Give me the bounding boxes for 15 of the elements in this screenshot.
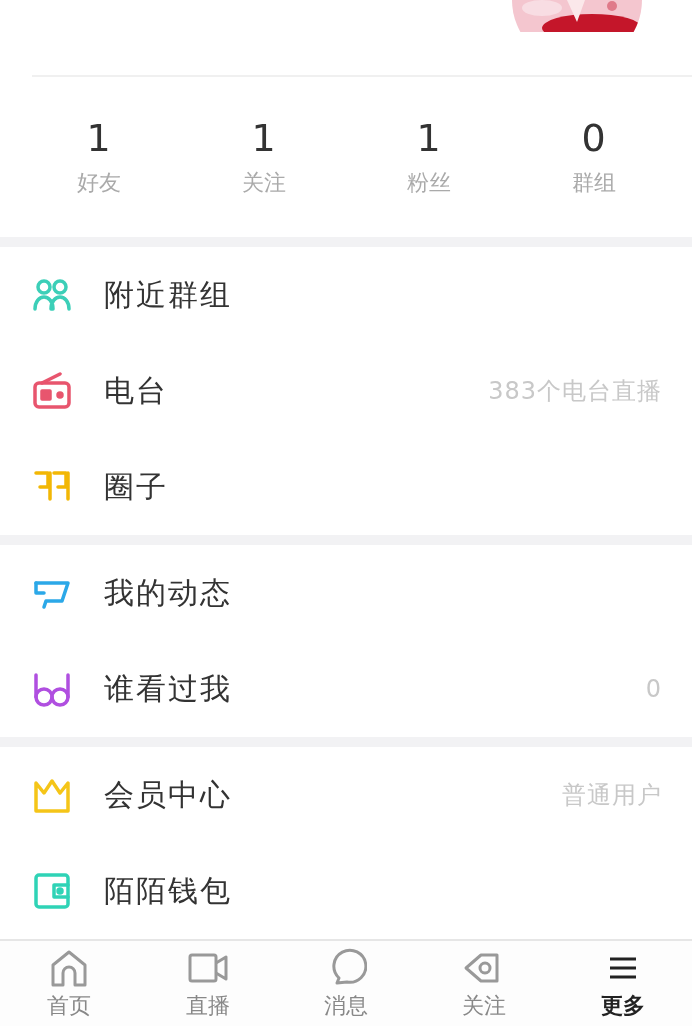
- menu-item[interactable]: 会员中心: [104, 774, 530, 816]
- menu-item[interactable]: 附近群组: [104, 274, 662, 316]
- stat-value: 1: [416, 116, 441, 161]
- stat-value: 1: [251, 116, 276, 161]
- stat-value: 1: [86, 116, 111, 161]
- stat-value: 0: [581, 116, 606, 161]
- menu-item[interactable]: 谁看过我: [104, 668, 614, 710]
- menu-item[interactable]: 陌陌钱包: [104, 870, 662, 912]
- wallet-icon: [32, 871, 72, 912]
- menu-item[interactable]: 电台: [104, 370, 457, 412]
- tab[interactable]: 直播: [138, 941, 277, 1026]
- radio-icon: [32, 371, 72, 412]
- menu-item[interactable]: 圈子: [104, 466, 662, 508]
- tab[interactable]: 更多: [553, 941, 692, 1026]
- menu-item[interactable]: 我的动态: [104, 572, 662, 614]
